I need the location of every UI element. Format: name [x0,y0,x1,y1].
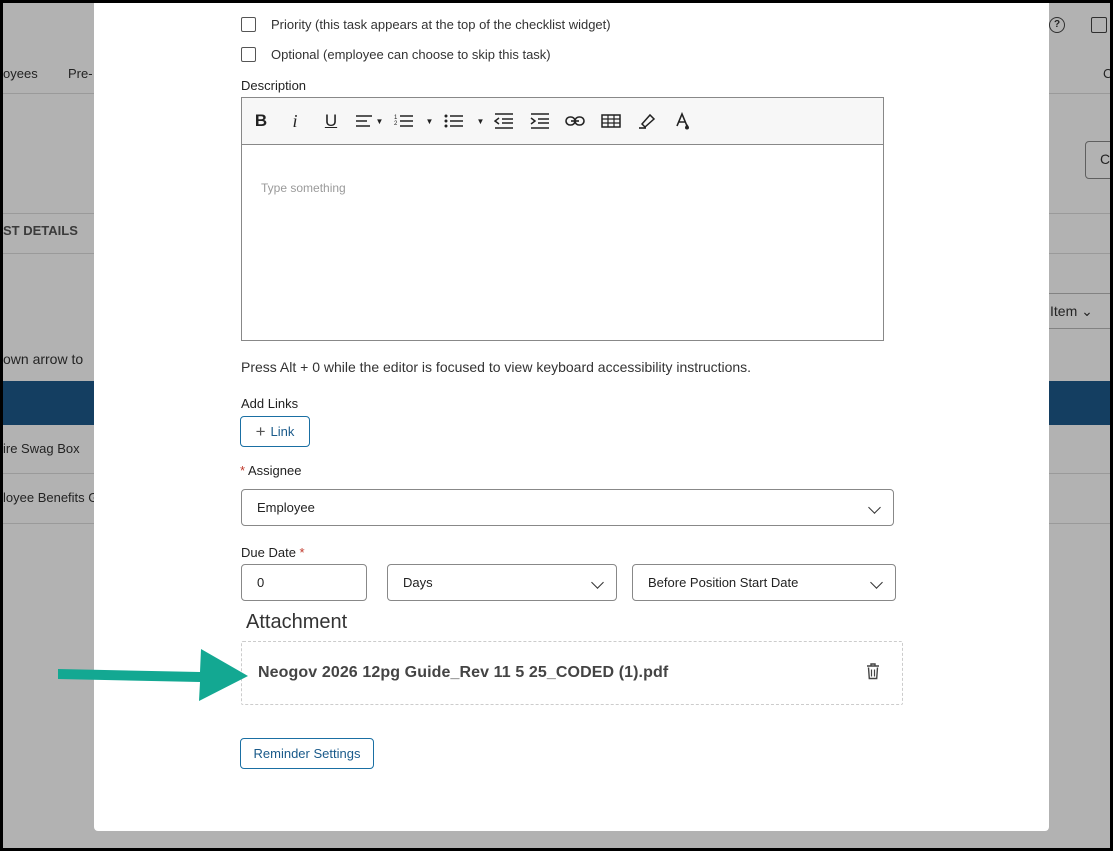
attachment-heading: Attachment [246,611,348,633]
assignee-label: * Assignee [240,463,301,478]
outdent-button[interactable] [493,110,515,132]
bold-button[interactable]: B [252,110,270,132]
plus-icon: + [255,422,266,441]
required-marker: * [240,463,246,478]
reminder-settings-button[interactable]: Reminder Settings [240,738,374,769]
trash-icon[interactable] [866,663,880,680]
due-relation-select[interactable]: Before Position Start Date [632,564,896,601]
chevron-down-icon [870,576,883,589]
priority-checkbox[interactable] [241,16,256,32]
add-link-button[interactable]: + Link [240,416,310,447]
due-relation-value: Before Position Start Date [648,575,799,590]
caret-down-icon: ▼ [476,116,485,126]
description-label: Description [241,78,307,93]
add-links-label: Add Links [241,396,299,411]
app-frame: oyees Pre- C ? C ST DETAILS Item ⌄ own a… [3,3,1110,848]
numbered-list-icon: 12 [394,115,413,127]
editor-content[interactable]: Type something [242,145,883,340]
annotation-arrow [58,649,248,701]
bullet-list-button[interactable] [443,110,465,132]
underline-button[interactable]: U [322,110,340,132]
numbered-list-dropdown[interactable]: ▼ [423,110,434,132]
align-dropdown[interactable]: ▼ [354,110,384,132]
edit-task-modal: Priority (this task appears at the top o… [94,3,1049,831]
chevron-down-icon [591,576,604,589]
highlight-button[interactable] [636,110,658,132]
outdent-icon [494,113,513,129]
assignee-value: Employee [257,500,315,515]
text-color-icon [676,112,689,130]
due-amount-value: 0 [257,575,265,590]
attachment-item: Neogov 2026 12pg Guide_Rev 11 5 25_CODED… [241,641,903,705]
editor-toolbar: B i U ▼ 12 ▼ ▼ [242,98,883,145]
numbered-list-button[interactable]: 12 [393,110,415,132]
priority-option[interactable]: Priority (this task appears at the top o… [241,15,611,33]
due-date-label: Due Date * [241,545,305,560]
priority-label: Priority (this task appears at the top o… [271,16,611,32]
editor-placeholder: Type something [261,181,346,195]
attachment-filename[interactable]: Neogov 2026 12pg Guide_Rev 11 5 25_CODED… [258,664,668,682]
bullet-list-icon [444,114,463,128]
table-button[interactable] [600,110,622,132]
required-marker: * [299,545,305,560]
link-button[interactable] [564,110,586,132]
add-link-label: Link [270,424,295,439]
highlighter-icon [639,113,656,129]
italic-button[interactable]: i [288,110,302,132]
indent-icon [530,113,549,129]
caret-down-icon: ▼ [425,116,434,126]
link-icon [565,116,585,126]
editor-accessibility-hint: Press Alt + 0 while the editor is focuse… [241,359,752,375]
align-left-icon [355,115,372,127]
optional-checkbox[interactable] [241,46,256,62]
description-editor: B i U ▼ 12 ▼ ▼ Type something [241,97,884,341]
assignee-label-text: Assignee [247,463,302,478]
reminder-settings-label: Reminder Settings [253,746,361,761]
assignee-select[interactable]: Employee [241,489,894,526]
text-color-button[interactable] [672,110,694,132]
table-icon [601,114,621,128]
optional-option[interactable]: Optional (employee can choose to skip th… [241,45,551,63]
chevron-down-icon [868,501,881,514]
svg-text:2: 2 [394,121,398,127]
due-unit-select[interactable]: Days [387,564,617,601]
due-amount-input[interactable]: 0 [241,564,367,601]
caret-down-icon: ▼ [375,116,384,126]
due-date-label-text: Due Date [241,545,296,560]
due-unit-value: Days [403,575,433,590]
bullet-list-dropdown[interactable]: ▼ [474,110,485,132]
optional-label: Optional (employee can choose to skip th… [271,46,551,62]
indent-button[interactable] [529,110,551,132]
